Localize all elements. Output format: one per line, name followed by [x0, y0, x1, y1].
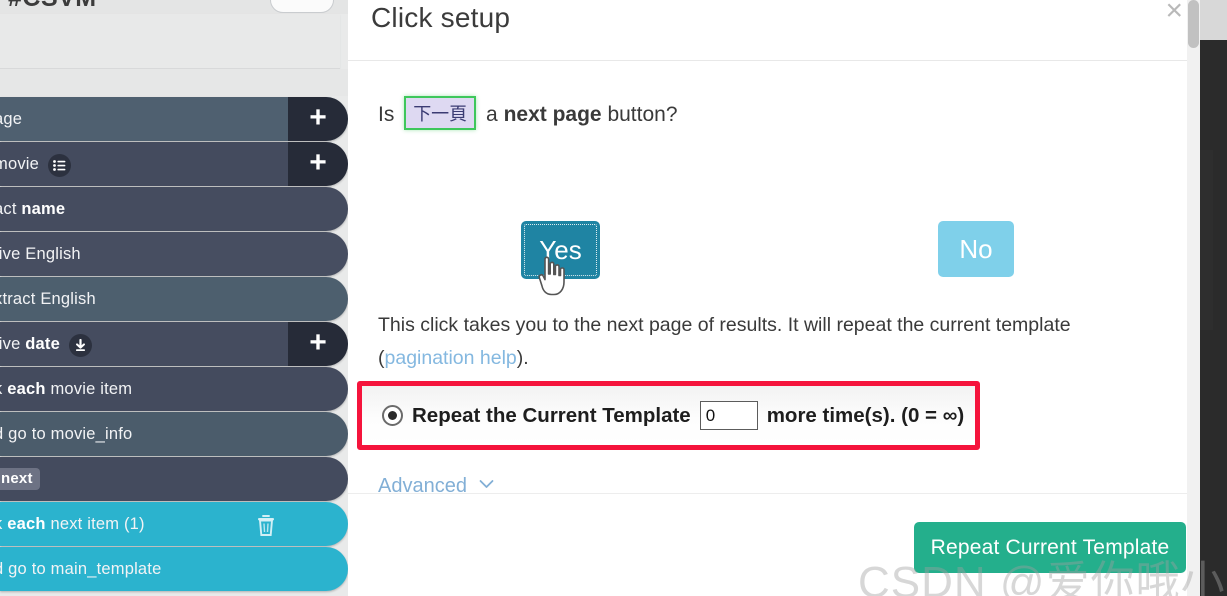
background-panel-strip-lower: [0, 69, 348, 96]
add-step-button[interactable]: +: [288, 322, 348, 366]
template-step-label: d go to movie_info: [0, 424, 133, 443]
template-step-label: age: [0, 109, 23, 128]
yes-button[interactable]: Yes: [521, 221, 600, 279]
template-step-row[interactable]: next: [0, 457, 348, 501]
template-step-label: k each next item (1): [0, 514, 145, 533]
tag-chip: next: [0, 468, 40, 490]
add-step-button[interactable]: +: [288, 97, 348, 141]
template-step-row[interactable]: xtract English: [0, 277, 348, 321]
background-panel-strip-upper: [0, 14, 340, 69]
plus-icon: +: [309, 100, 327, 134]
template-step-list: age + movie + act name tive English xtract En…: [0, 97, 348, 592]
question-prefix: Is: [378, 103, 395, 126]
plus-icon: +: [309, 145, 327, 179]
add-step-button[interactable]: +: [288, 142, 348, 186]
modal-body: Is 下一頁 a next page button? Yes No This c…: [348, 61, 1200, 497]
page-scrollbar-track[interactable]: [1187, 0, 1200, 596]
repeat-template-radio[interactable]: [382, 405, 403, 426]
page-title: Click setup: [371, 2, 511, 33]
description-text: This click takes you to the next page of…: [378, 309, 1168, 375]
list-icon[interactable]: [48, 153, 72, 177]
repeat-template-suffix: more time(s). (0 = ∞): [766, 403, 965, 427]
plus-icon: +: [309, 325, 327, 359]
template-step-label: d go to main_template: [0, 559, 162, 578]
template-step-label: tive English: [0, 244, 81, 263]
download-icon[interactable]: [69, 333, 92, 357]
template-step-label: xtract English: [0, 289, 96, 308]
repeat-option-highlight: Repeat the Current Template more time(s)…: [357, 381, 980, 450]
template-step-label: act name: [0, 199, 66, 218]
template-step-row[interactable]: act name: [0, 187, 348, 231]
template-step-row[interactable]: k each movie item: [0, 367, 348, 411]
question-suffix: button?: [607, 103, 678, 126]
question-emphasis: next page: [503, 103, 602, 126]
repeat-option-row: Repeat the Current Template more time(s)…: [362, 386, 975, 445]
background-top-bar: #CSVM: [0, 0, 348, 14]
background-app-title: #CSVM: [8, 0, 97, 13]
right-overlay-edge-top: [1200, 0, 1227, 40]
target-element-chip[interactable]: 下一頁: [404, 96, 477, 130]
right-overlay-edge: [1200, 0, 1227, 596]
repeat-count-input[interactable]: [699, 401, 758, 430]
template-step-row[interactable]: tive date +: [0, 322, 348, 366]
screenshot-root: #CSVM age + movie + act name tive English xtr…: [0, 0, 1227, 596]
description-after: ).: [516, 347, 529, 369]
delete-icon[interactable]: [254, 512, 278, 538]
chevron-down-icon: [479, 480, 493, 488]
background-toolbar-pill[interactable]: [270, 0, 334, 13]
repeat-current-template-button[interactable]: Repeat Current Template: [914, 522, 1186, 573]
template-step-row[interactable]: age +: [0, 97, 348, 141]
pagination-help-link[interactable]: pagination help: [385, 347, 517, 369]
right-overlay-edge-content: [1200, 150, 1213, 330]
modal-header: Click setup ×: [348, 0, 1200, 61]
repeat-template-label: Repeat the Current Template: [412, 403, 691, 427]
template-step-label: k each movie item: [0, 379, 133, 398]
template-step-label: next: [0, 468, 40, 490]
template-step-label: movie: [0, 153, 72, 177]
question-article: a: [486, 103, 498, 126]
no-button[interactable]: No: [938, 221, 1014, 277]
template-step-row[interactable]: d go to movie_info: [0, 412, 348, 456]
close-icon[interactable]: ×: [1165, 0, 1183, 26]
template-step-label: tive date: [0, 333, 92, 357]
page-scrollbar-thumb[interactable]: [1188, 0, 1199, 48]
template-step-row[interactable]: d go to main_template: [0, 547, 348, 591]
background-app-panel: #CSVM age + movie + act name tive English xtr…: [0, 0, 348, 596]
template-step-row[interactable]: k each next item (1): [0, 502, 348, 546]
template-step-row[interactable]: tive English: [0, 232, 348, 276]
modal-footer: Repeat Current Template: [348, 493, 1200, 596]
click-setup-modal: Click setup × Is 下一頁 a next page button?…: [348, 0, 1200, 596]
question-line: Is 下一頁 a next page button?: [378, 96, 678, 131]
template-step-row[interactable]: movie +: [0, 142, 348, 186]
